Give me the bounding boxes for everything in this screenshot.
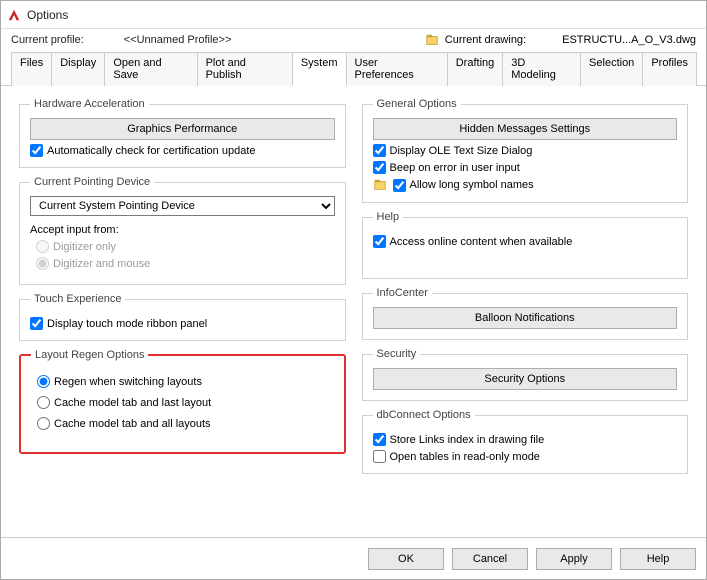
tab-3d-modeling[interactable]: 3D Modeling bbox=[502, 52, 581, 86]
app-icon bbox=[7, 8, 21, 22]
beep-error-check[interactable] bbox=[373, 161, 386, 174]
cancel-button[interactable]: Cancel bbox=[452, 548, 528, 570]
long-symbol-label: Allow long symbol names bbox=[410, 179, 534, 191]
current-drawing-value: ESTRUCTU...A_O_V3.dwg bbox=[562, 34, 696, 46]
legend-layout: Layout Regen Options bbox=[31, 349, 148, 361]
drawing-icon bbox=[373, 178, 387, 192]
tab-user-preferences[interactable]: User Preferences bbox=[346, 52, 448, 86]
readonly-tables-check[interactable] bbox=[373, 450, 386, 463]
tab-open-and-save[interactable]: Open and Save bbox=[104, 52, 197, 86]
left-column: Hardware Acceleration Graphics Performan… bbox=[11, 92, 354, 482]
group-pointing-device: Current Pointing Device Current System P… bbox=[19, 176, 346, 285]
store-links-label: Store Links index in drawing file bbox=[390, 434, 545, 446]
tab-plot-and-publish[interactable]: Plot and Publish bbox=[197, 52, 293, 86]
dialog-footer: OK Cancel Apply Help bbox=[1, 537, 706, 579]
ole-text-label: Display OLE Text Size Dialog bbox=[390, 145, 533, 157]
window-title: Options bbox=[27, 8, 68, 22]
store-links-check[interactable] bbox=[373, 433, 386, 446]
balloon-notifications-button[interactable]: Balloon Notifications bbox=[373, 307, 678, 329]
right-column: General Options Hidden Messages Settings… bbox=[354, 92, 697, 482]
cache-last-label: Cache model tab and last layout bbox=[54, 397, 211, 409]
touch-ribbon-check[interactable] bbox=[30, 317, 43, 330]
group-infocenter: InfoCenter Balloon Notifications bbox=[362, 287, 689, 340]
tab-system[interactable]: System bbox=[292, 52, 347, 86]
legend-hardware: Hardware Acceleration bbox=[30, 98, 149, 110]
auto-cert-check[interactable] bbox=[30, 144, 43, 157]
cache-all-radio[interactable] bbox=[37, 417, 50, 430]
legend-general: General Options bbox=[373, 98, 461, 110]
accept-input-label: Accept input from: bbox=[30, 224, 335, 236]
ole-text-check[interactable] bbox=[373, 144, 386, 157]
group-dbconnect: dbConnect Options Store Links index in d… bbox=[362, 409, 689, 474]
digitizer-mouse-label: Digitizer and mouse bbox=[53, 258, 150, 270]
digitizer-mouse-radio bbox=[36, 257, 49, 270]
digitizer-only-radio bbox=[36, 240, 49, 253]
legend-infocenter: InfoCenter bbox=[373, 287, 432, 299]
close-icon[interactable] bbox=[688, 9, 700, 21]
online-content-label: Access online content when available bbox=[390, 236, 573, 248]
legend-pointing: Current Pointing Device bbox=[30, 176, 154, 188]
cache-last-radio[interactable] bbox=[37, 396, 50, 409]
auto-cert-label: Automatically check for certification up… bbox=[47, 145, 256, 157]
cache-all-label: Cache model tab and all layouts bbox=[54, 418, 211, 430]
ok-button[interactable]: OK bbox=[368, 548, 444, 570]
group-help: Help Access online content when availabl… bbox=[362, 211, 689, 279]
group-general-options: General Options Hidden Messages Settings… bbox=[362, 98, 689, 203]
current-profile-value: <<Unnamed Profile>> bbox=[124, 34, 232, 46]
beep-error-label: Beep on error in user input bbox=[390, 162, 520, 174]
online-content-check[interactable] bbox=[373, 235, 386, 248]
group-hardware-acceleration: Hardware Acceleration Graphics Performan… bbox=[19, 98, 346, 168]
regen-switching-radio[interactable] bbox=[37, 375, 50, 388]
hidden-messages-button[interactable]: Hidden Messages Settings bbox=[373, 118, 678, 140]
digitizer-only-label: Digitizer only bbox=[53, 241, 116, 253]
tab-content: Hardware Acceleration Graphics Performan… bbox=[1, 86, 706, 482]
security-options-button[interactable]: Security Options bbox=[373, 368, 678, 390]
graphics-performance-button[interactable]: Graphics Performance bbox=[30, 118, 335, 140]
current-drawing-label: Current drawing: bbox=[445, 34, 526, 46]
tab-files[interactable]: Files bbox=[11, 52, 52, 86]
group-layout-regen: Layout Regen Options Regen when switchin… bbox=[19, 349, 346, 454]
legend-dbconnect: dbConnect Options bbox=[373, 409, 475, 421]
legend-security: Security bbox=[373, 348, 421, 360]
tab-selection[interactable]: Selection bbox=[580, 52, 643, 86]
group-touch-experience: Touch Experience Display touch mode ribb… bbox=[19, 293, 346, 341]
apply-button[interactable]: Apply bbox=[536, 548, 612, 570]
long-symbol-check[interactable] bbox=[393, 179, 406, 192]
tab-display[interactable]: Display bbox=[51, 52, 105, 86]
legend-touch: Touch Experience bbox=[30, 293, 125, 305]
group-security: Security Security Options bbox=[362, 348, 689, 401]
regen-switching-label: Regen when switching layouts bbox=[54, 376, 202, 388]
tab-drafting[interactable]: Drafting bbox=[447, 52, 504, 86]
current-profile-label: Current profile: bbox=[11, 34, 84, 46]
touch-ribbon-label: Display touch mode ribbon panel bbox=[47, 318, 207, 330]
help-button[interactable]: Help bbox=[620, 548, 696, 570]
titlebar: Options bbox=[1, 1, 706, 29]
drawing-icon bbox=[425, 33, 439, 47]
tab-bar: FilesDisplayOpen and SavePlot and Publis… bbox=[1, 51, 706, 86]
tab-profiles[interactable]: Profiles bbox=[642, 52, 697, 86]
readonly-tables-label: Open tables in read-only mode bbox=[390, 451, 540, 463]
profile-bar: Current profile: <<Unnamed Profile>> Cur… bbox=[1, 29, 706, 49]
pointing-device-combo[interactable]: Current System Pointing Device bbox=[30, 196, 335, 216]
legend-help: Help bbox=[373, 211, 404, 223]
